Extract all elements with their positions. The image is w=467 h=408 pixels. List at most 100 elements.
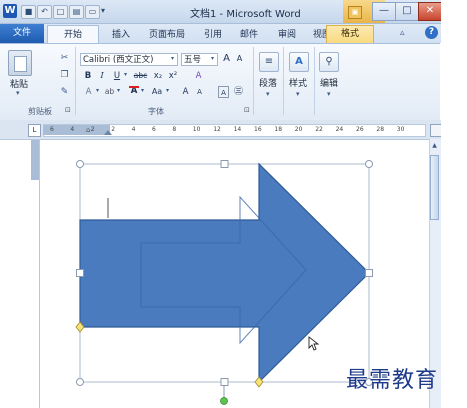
copy-icon[interactable]: ❐ [59,70,70,81]
ruler-tick-label: 26 [356,126,364,133]
handle-middle-right [365,269,373,277]
italic-button[interactable]: I [97,70,107,82]
editing-button-label[interactable]: 编辑 [320,76,338,89]
handle-top-middle [220,160,229,168]
group-divider [314,47,315,115]
ruler-tick-label: 10 [192,126,201,133]
group-divider [253,47,254,115]
change-case-dropdown-icon[interactable]: ▾ [166,87,169,94]
window-title: 文档1 - Microsoft Word [190,9,301,20]
cut-icon[interactable]: ✂ [59,53,70,64]
character-shading-icon[interactable]: A [180,86,191,98]
paragraph-icon[interactable]: ≡ [259,52,279,72]
collapse-ribbon-icon[interactable]: ▵ [400,28,405,38]
tab-file[interactable]: 文件 [0,24,44,43]
tab-format[interactable]: 格式 [326,25,374,44]
maximize-button[interactable]: □ [395,2,419,21]
underline-dropdown-icon[interactable]: ▾ [124,71,127,78]
qat-customize-icon[interactable]: ▾ [101,6,105,15]
tab-review[interactable]: 审阅 [278,27,296,40]
text-effects-dropdown-icon[interactable]: ▾ [96,87,99,94]
tab-mailings[interactable]: 邮件 [240,27,258,40]
watermark-text: 最需教育 [346,368,439,393]
paragraph-button-label[interactable]: 段落 [259,76,277,89]
minimize-button[interactable]: — [372,2,396,21]
change-case-button[interactable]: Aa [149,86,165,98]
handle-bottom-left [76,378,84,386]
font-size-dropdown-icon[interactable]: ▾ [211,55,214,62]
scrollbar-thumb[interactable] [430,155,439,220]
word-app-icon[interactable]: W [3,4,17,18]
save-icon[interactable]: ■ [21,5,36,19]
scroll-up-icon[interactable]: ▲ [430,141,439,150]
superscript-button[interactable]: x² [167,70,179,82]
character-border-icon[interactable]: A [218,86,229,98]
handle-top-right [365,160,373,168]
underline-button[interactable]: U [112,70,122,82]
right-arrow-shape [79,162,370,384]
font-group-label: 字体 [148,107,164,116]
paragraph-dropdown-icon[interactable]: ▾ [266,90,270,98]
enclose-characters-icon[interactable]: ㊂ [233,86,244,98]
phonetic-guide-icon[interactable]: A [194,86,205,98]
screenshot-margin [441,0,467,408]
ruler-tick-label: 6 [50,126,54,133]
text-effects-icon[interactable]: A [82,86,95,98]
ruler-tick-label: 4 [70,126,75,133]
grow-font-icon[interactable]: A [221,53,232,65]
font-color-swatch [129,86,139,88]
ruler-tick-label: 4 [131,126,136,133]
ruler-tick-label: 2 [111,126,116,133]
tab-selector-icon[interactable]: L [28,124,41,137]
clear-formatting-button[interactable]: A [192,70,205,82]
styles-button-label[interactable]: 样式 [289,76,307,89]
mouse-pointer-icon [308,336,320,351]
subscript-button[interactable]: x₂ [152,70,164,82]
ruler-tick-label: 22 [315,126,323,133]
tab-page-layout[interactable]: 页面布局 [149,27,185,40]
clipboard-group-label: 剪贴板 [28,107,52,116]
close-button[interactable]: ✕ [418,2,442,21]
handle-top-left [76,160,84,168]
open-folder-icon[interactable]: ▭ [85,5,100,19]
ruler-tick-label: 24 [335,126,344,133]
strikethrough-button[interactable]: abc [132,70,149,82]
styles-icon[interactable]: A [289,52,309,72]
font-name-dropdown-icon[interactable]: ▾ [171,55,174,62]
format-painter-icon[interactable]: ✎ [59,87,70,98]
ruler-tick-label: 18 [274,126,283,133]
new-document-icon[interactable]: □ [53,5,68,19]
clipboard-dialog-launcher-icon[interactable]: ⊡ [65,106,71,114]
tab-references[interactable]: 引用 [204,27,222,40]
paste-dropdown-icon[interactable]: ▾ [16,89,20,97]
first-line-indent-marker[interactable]: ⌂ [86,126,90,134]
bold-button[interactable]: B [83,70,93,82]
tab-insert[interactable]: 插入 [112,27,130,40]
ruler-tick-label: 6 [152,126,156,133]
group-divider [283,47,284,115]
paste-icon[interactable] [8,50,32,76]
shrink-font-icon[interactable]: A [234,53,245,65]
group-divider [75,47,76,115]
ruler-tick-label: 12 [213,126,221,133]
highlight-dropdown-icon[interactable]: ▾ [117,87,120,94]
ruler-tick-label: 16 [254,126,262,133]
ruler-tick-label: 30 [396,126,405,133]
rotate-handle [220,397,228,405]
find-binoculars-icon[interactable]: ⚲ [319,52,339,72]
drawing-tools-icon: ▣ [348,6,362,19]
font-dialog-launcher-icon[interactable]: ⊡ [244,106,250,114]
ruler-tick-label: 8 [172,126,177,133]
handle-bottom-middle [220,378,229,386]
font-color-dropdown-icon[interactable]: ▾ [141,87,144,94]
font-name-combo[interactable]: Calibri (西文正文) [80,53,178,66]
tab-home[interactable]: 开始 [47,25,99,45]
ruler-tick-label: 28 [376,126,385,133]
print-icon[interactable]: ▤ [69,5,84,19]
help-icon[interactable]: ? [425,26,438,39]
highlight-color-button[interactable]: ab [103,86,116,98]
ruler-tick-label: 20 [294,126,303,133]
undo-icon[interactable]: ↶ [37,5,52,19]
editing-dropdown-icon[interactable]: ▾ [327,90,331,98]
styles-dropdown-icon[interactable]: ▾ [296,90,300,98]
